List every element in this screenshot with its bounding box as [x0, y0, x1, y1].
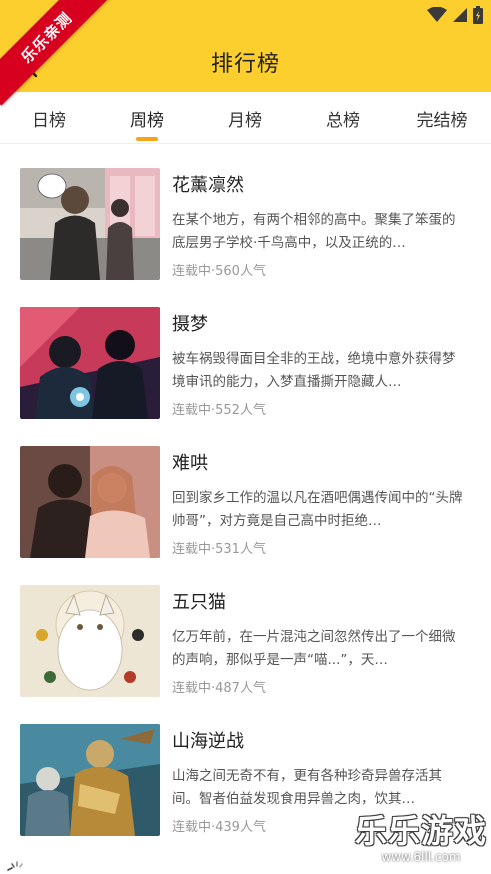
comic-item[interactable]: 花薰凛然 在某个地方，有两个相邻的高中。聚集了笨蛋的底层男子学校·千鸟高中，以及…	[0, 145, 491, 284]
comic-status: 连载中·531人气	[172, 542, 266, 557]
ranking-tabs: 日榜 周榜 月榜 总榜 完结榜	[0, 92, 491, 144]
comic-status: 连载中·439人气	[172, 820, 266, 835]
comic-status: 连载中·487人气	[172, 681, 266, 696]
comic-item[interactable]: 难哄 回到家乡工作的温以凡在酒吧偶遇传闻中的“头牌帅哥”，对方竟是自己高中时拒绝…	[0, 423, 491, 562]
tab-label: 完结榜	[416, 110, 468, 131]
status-bar	[427, 6, 483, 24]
comic-title: 五只猫	[172, 592, 226, 613]
tab-label: 总榜	[326, 110, 360, 131]
comic-cover-image	[20, 168, 160, 280]
tab-monthly[interactable]: 月榜	[196, 92, 294, 144]
tab-completed[interactable]: 完结榜	[393, 92, 491, 144]
comic-status: 连载中·552人气	[172, 403, 266, 418]
comic-cover-image	[20, 446, 160, 558]
tab-label: 周榜	[130, 110, 164, 131]
watermark-url: www.6lll.com	[381, 850, 461, 864]
battery-charging-icon	[473, 6, 483, 24]
wifi-icon	[427, 7, 447, 22]
comic-cover-image	[20, 307, 160, 419]
loading-spinner-icon	[7, 861, 23, 871]
comic-cover-image	[20, 724, 160, 836]
comic-item[interactable]: 摄梦 被车祸毁得面目全非的王战，绝境中意外获得梦境审讯的能力，入梦直播撕开隐藏人…	[0, 284, 491, 423]
comic-title: 花薰凛然	[172, 175, 244, 196]
tab-label: 日榜	[32, 110, 66, 131]
comic-status: 连载中·560人气	[172, 264, 266, 279]
tab-weekly[interactable]: 周榜	[98, 92, 196, 144]
active-tab-indicator	[136, 137, 158, 141]
cellular-signal-icon	[453, 8, 467, 22]
comic-description: 山海之间无奇不有，更有各种珍奇异兽存活其间。智者伯益发现食用异兽之肉，饮其…	[172, 768, 442, 807]
comic-description: 回到家乡工作的温以凡在酒吧偶遇传闻中的“头牌帅哥”，对方竟是自己高中时拒绝…	[172, 490, 463, 529]
comic-item[interactable]: 五只猫 亿万年前，在一片混沌之间忽然传出了一个细微的声响，那似乎是一声“喵...…	[0, 562, 491, 701]
tab-label: 月榜	[228, 110, 262, 131]
page-title: 排行榜	[210, 52, 280, 77]
bottom-watermark: 乐乐游戏 www.6lll.com	[355, 806, 487, 864]
comic-title: 摄梦	[172, 314, 208, 335]
comic-description: 亿万年前，在一片混沌之间忽然传出了一个细微的声响，那似乎是一声“喵...”，天…	[172, 629, 456, 668]
comic-cover-image	[20, 585, 160, 697]
watermark-logo-text: 乐乐游戏	[354, 812, 487, 850]
comic-title: 难哄	[172, 453, 208, 474]
comic-title: 山海逆战	[172, 731, 244, 752]
tab-total[interactable]: 总榜	[294, 92, 392, 144]
comic-description: 在某个地方，有两个相邻的高中。聚集了笨蛋的底层男子学校·千鸟高中，以及正统的…	[172, 212, 456, 251]
tab-daily[interactable]: 日榜	[0, 92, 98, 144]
comic-description: 被车祸毁得面目全非的王战，绝境中意外获得梦境审讯的能力，入梦直播撕开隐藏人…	[172, 351, 456, 390]
